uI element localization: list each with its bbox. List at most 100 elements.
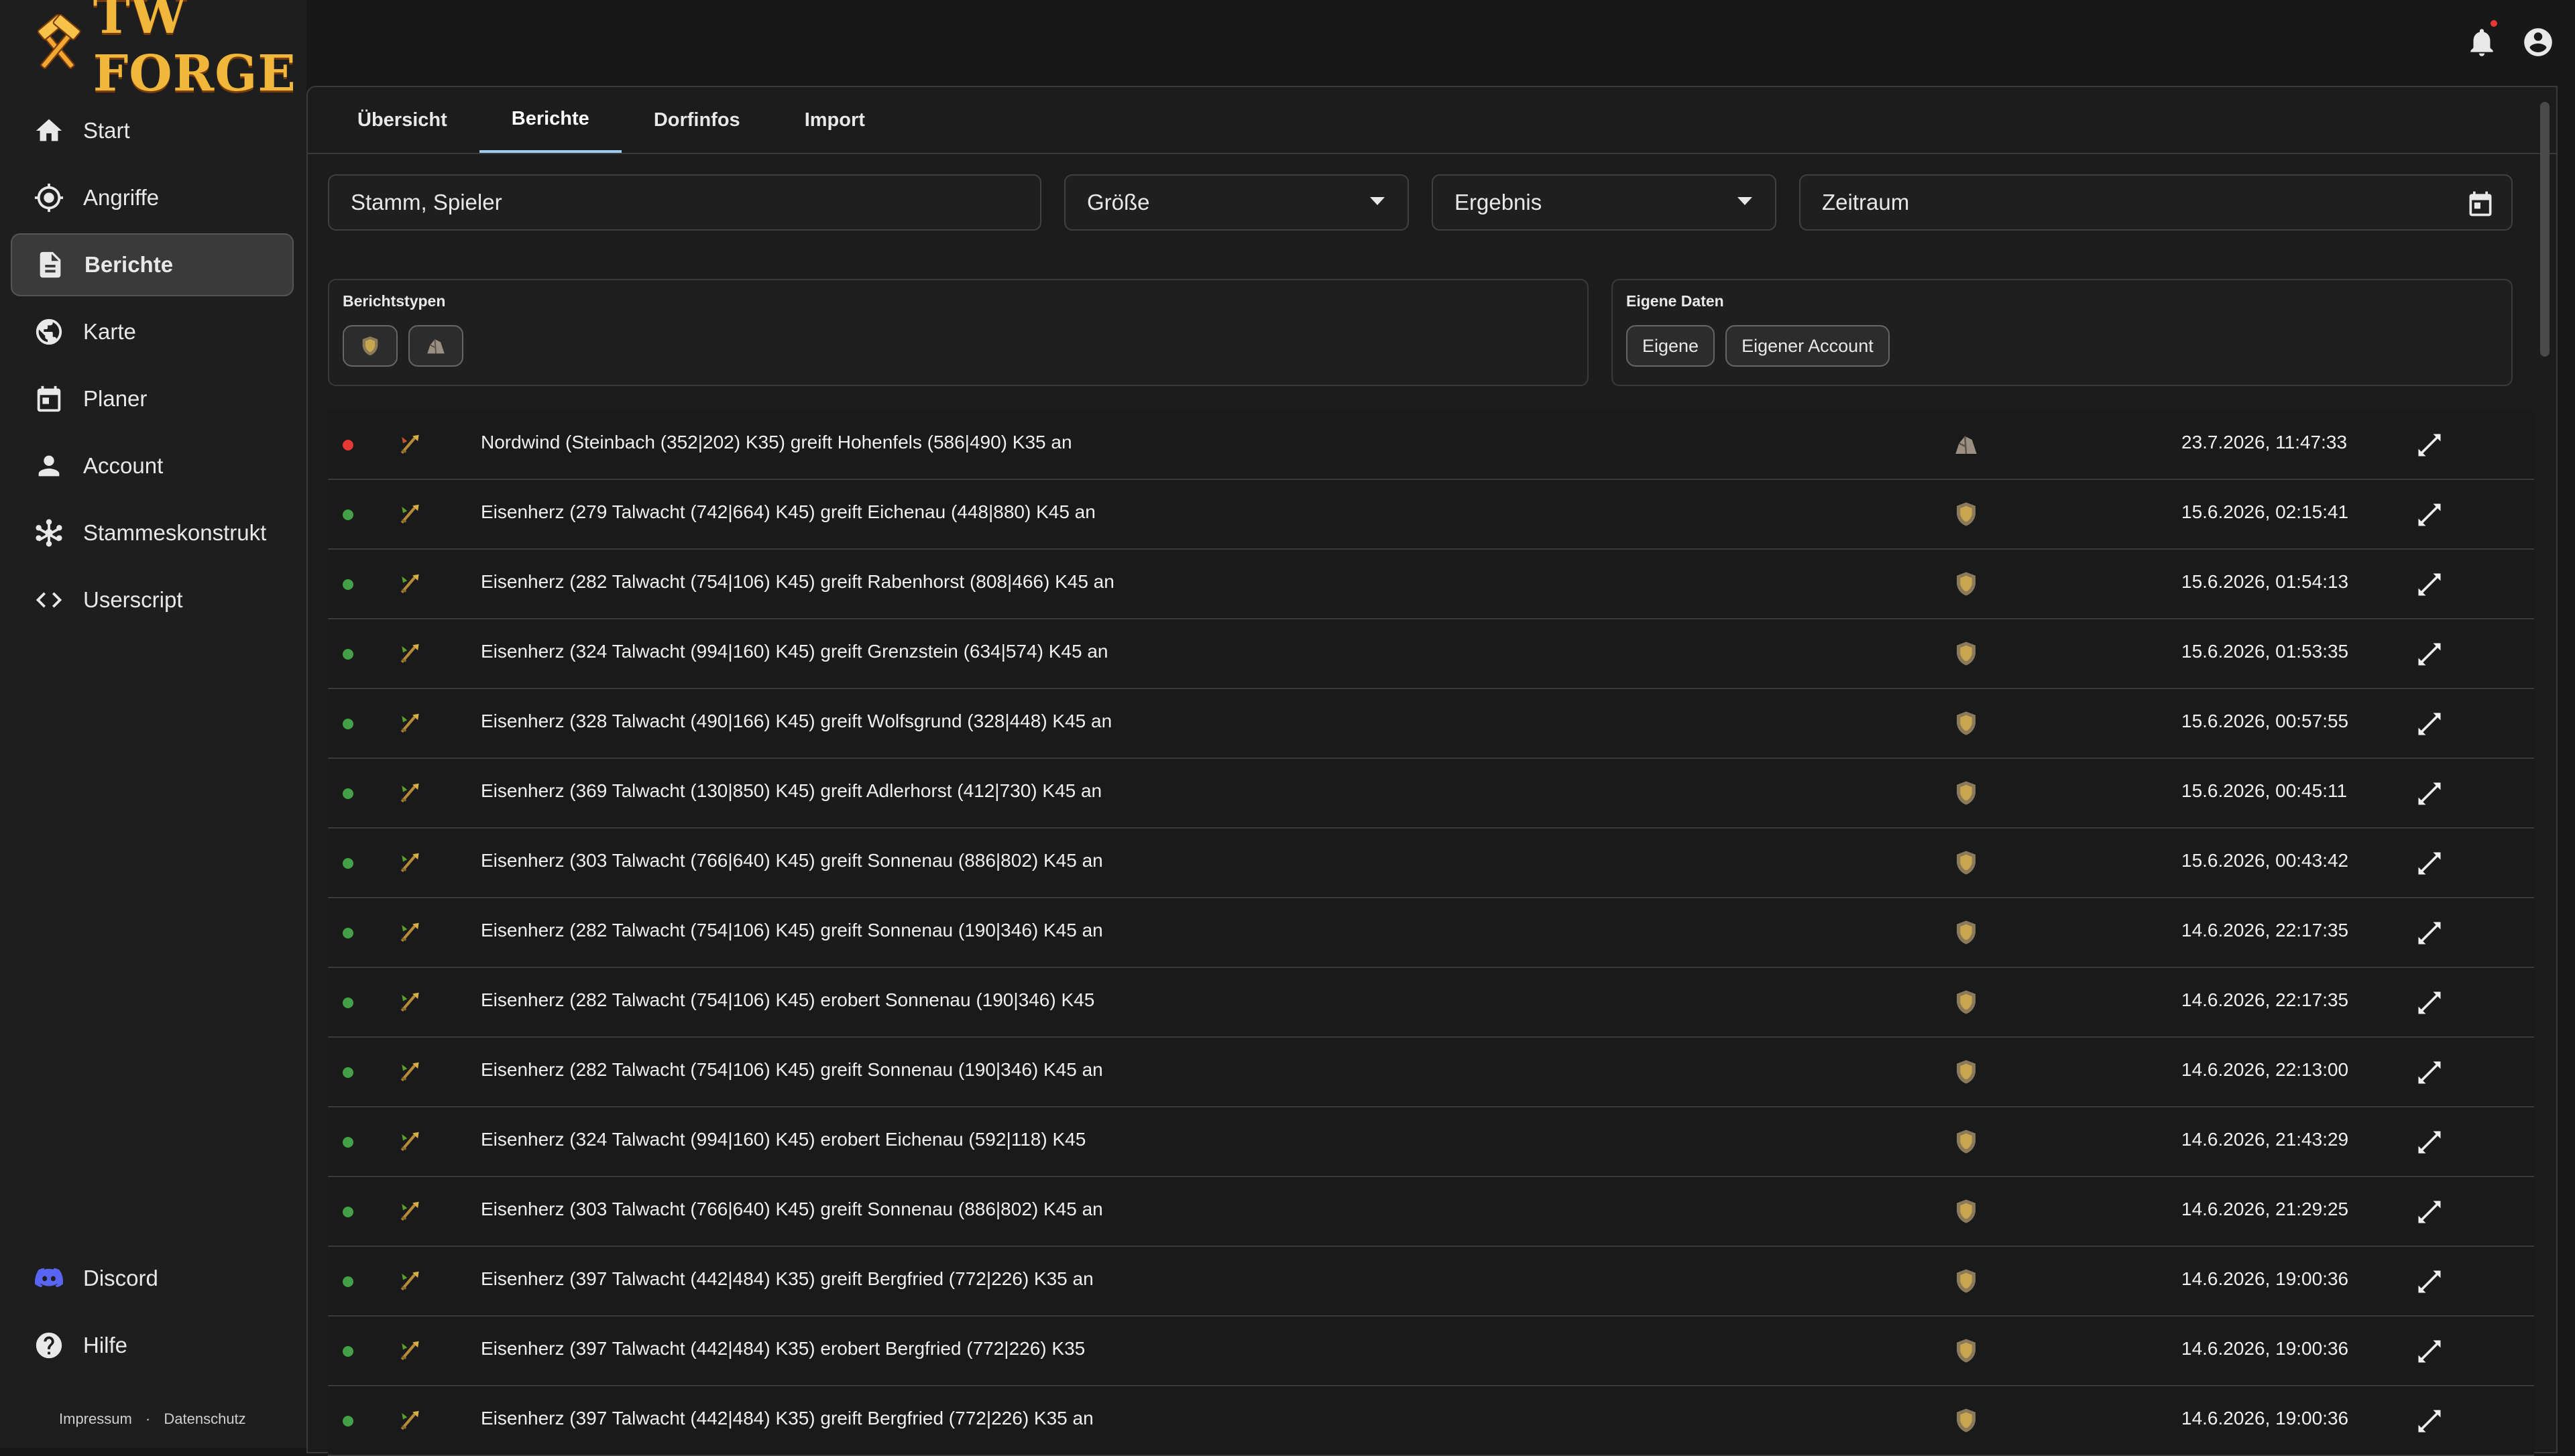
attack-icon bbox=[400, 783, 419, 803]
status-dot bbox=[343, 579, 353, 590]
datenschutz-link[interactable]: Datenschutz bbox=[164, 1410, 245, 1427]
sidebar-item-berichte[interactable]: Berichte bbox=[11, 233, 294, 296]
expand-icon[interactable] bbox=[2415, 500, 2444, 530]
person-icon bbox=[38, 455, 60, 477]
expand-icon[interactable] bbox=[2415, 640, 2444, 669]
notifications-button[interactable] bbox=[2465, 20, 2499, 62]
expand-icon[interactable] bbox=[2415, 430, 2444, 460]
sidebar-item-angriffe[interactable]: Angriffe bbox=[11, 166, 294, 229]
report-row[interactable]: Nordwind (Steinbach (352|202) K35) greif… bbox=[328, 410, 2534, 480]
home-icon bbox=[36, 119, 62, 141]
scrollbar[interactable] bbox=[2537, 93, 2551, 1453]
user-menu-button[interactable] bbox=[2521, 25, 2555, 62]
report-row[interactable]: Eisenherz (282 Talwacht (754|106) K45) g… bbox=[328, 550, 2534, 619]
report-timestamp: 15.6.2026, 01:54:13 bbox=[2181, 571, 2349, 592]
expand-icon[interactable] bbox=[2415, 1406, 2444, 1436]
status-dot bbox=[343, 928, 353, 938]
report-row[interactable]: Eisenherz (279 Talwacht (742|664) K45) g… bbox=[328, 480, 2534, 550]
own-account-chip[interactable]: Eigener Account bbox=[1725, 325, 1890, 367]
scrollbar-thumb[interactable] bbox=[2540, 102, 2550, 357]
sidebar-item-account[interactable]: Account bbox=[11, 434, 294, 497]
status-dot bbox=[343, 1207, 353, 1217]
tab-bar: Übersicht Berichte Dorfinfos Import bbox=[308, 87, 2556, 154]
report-row[interactable]: Eisenherz (324 Talwacht (994|160) K45) g… bbox=[328, 619, 2534, 689]
size-select[interactable]: Größe bbox=[1064, 174, 1409, 231]
report-timestamp: 14.6.2026, 21:43:29 bbox=[2181, 1129, 2349, 1150]
report-row[interactable]: Eisenherz (328 Talwacht (490|166) K45) g… bbox=[328, 689, 2534, 759]
expand-icon[interactable] bbox=[2415, 1267, 2444, 1296]
expand-icon[interactable] bbox=[2415, 918, 2444, 948]
report-type-shield-chip[interactable] bbox=[343, 325, 398, 367]
report-row[interactable]: Eisenherz (303 Talwacht (766|640) K45) g… bbox=[328, 829, 2534, 898]
report-row[interactable]: Eisenherz (369 Talwacht (130|850) K45) g… bbox=[328, 759, 2534, 829]
tab-uebersicht[interactable]: Übersicht bbox=[325, 87, 479, 153]
attack-icon bbox=[400, 1410, 419, 1431]
report-row[interactable]: Eisenherz (303 Talwacht (766|640) K45) g… bbox=[328, 1177, 2534, 1247]
size-select-label: Größe bbox=[1087, 190, 1150, 215]
report-row[interactable]: Eisenherz (397 Talwacht (442|484) K35) e… bbox=[328, 1317, 2534, 1386]
report-row[interactable]: Eisenherz (282 Talwacht (754|106) K45) g… bbox=[328, 898, 2534, 968]
chevron-down-icon bbox=[1370, 197, 1385, 205]
tab-dorfinfos[interactable]: Dorfinfos bbox=[622, 87, 772, 153]
sidebar-item-stammeskonstrukt[interactable]: Stammeskonstrukt bbox=[11, 501, 294, 564]
attack-icon bbox=[400, 1201, 419, 1221]
report-type-chips bbox=[343, 325, 1574, 367]
expand-icon[interactable] bbox=[2415, 1197, 2444, 1227]
sidebar-item-start[interactable]: Start bbox=[11, 99, 294, 162]
sidebar-item-label: Berichte bbox=[84, 252, 174, 277]
report-title: Eisenherz (303 Talwacht (766|640) K45) g… bbox=[481, 1199, 1103, 1219]
sidebar-item-userscript[interactable]: Userscript bbox=[11, 568, 294, 631]
sidebar-item-discord[interactable]: Discord bbox=[11, 1247, 294, 1310]
report-row[interactable]: Eisenherz (282 Talwacht (754|106) K45) e… bbox=[328, 968, 2534, 1038]
own-data-title: Eigene Daten bbox=[1626, 292, 1724, 310]
own-chip[interactable]: Eigene bbox=[1626, 325, 1715, 367]
sidebar-item-hilfe[interactable]: Hilfe bbox=[11, 1314, 294, 1377]
tab-import[interactable]: Import bbox=[772, 87, 897, 153]
expand-icon[interactable] bbox=[2415, 988, 2444, 1018]
attack-icon bbox=[400, 713, 419, 733]
sidebar-item-label: Karte bbox=[83, 319, 136, 344]
globe-icon bbox=[36, 318, 62, 345]
expand-icon[interactable] bbox=[2415, 709, 2444, 739]
sidebar-item-planer[interactable]: Planer bbox=[11, 367, 294, 430]
sidebar-nav: Start Angriffe Berichte Karte Planer Acc… bbox=[11, 99, 294, 635]
shield-icon bbox=[1957, 1199, 1976, 1223]
report-row[interactable]: Eisenherz (324 Talwacht (994|160) K45) e… bbox=[328, 1107, 2534, 1177]
report-timestamp: 15.6.2026, 00:57:55 bbox=[2181, 711, 2349, 731]
report-title: Eisenherz (282 Talwacht (754|106) K45) e… bbox=[481, 989, 1095, 1010]
bell-icon bbox=[2470, 29, 2493, 56]
shield-icon bbox=[1957, 711, 1976, 735]
status-dot bbox=[343, 1416, 353, 1427]
status-dot bbox=[343, 1137, 353, 1148]
own-data-group: Eigene Daten Eigene Eigener Account bbox=[1611, 279, 2513, 386]
header-actions bbox=[2465, 20, 2555, 62]
attack-icon bbox=[400, 504, 419, 524]
expand-icon[interactable] bbox=[2415, 1128, 2444, 1157]
report-type-stone-chip[interactable] bbox=[408, 325, 463, 367]
hammers-logo-icon bbox=[37, 13, 81, 69]
report-timestamp: 23.7.2026, 11:47:33 bbox=[2181, 432, 2348, 452]
report-timestamp: 15.6.2026, 02:15:41 bbox=[2181, 501, 2349, 522]
sidebar-item-label: Userscript bbox=[83, 587, 183, 612]
impressum-link[interactable]: Impressum bbox=[59, 1410, 132, 1427]
expand-icon[interactable] bbox=[2415, 1337, 2444, 1366]
expand-icon[interactable] bbox=[2415, 570, 2444, 599]
report-row[interactable]: Eisenherz (282 Talwacht (754|106) K45) g… bbox=[328, 1038, 2534, 1107]
period-picker[interactable]: Zeitraum bbox=[1799, 174, 2513, 231]
search-input[interactable]: Stamm, Spieler bbox=[328, 174, 1041, 231]
attack-icon bbox=[400, 992, 419, 1012]
expand-icon[interactable] bbox=[2415, 849, 2444, 878]
result-select[interactable]: Ergebnis bbox=[1432, 174, 1776, 231]
report-row[interactable]: Eisenherz (397 Talwacht (442|484) K35) g… bbox=[328, 1247, 2534, 1317]
calendar-icon[interactable] bbox=[2466, 189, 2495, 219]
expand-icon[interactable] bbox=[2415, 779, 2444, 808]
attack-icon bbox=[400, 574, 419, 594]
report-row[interactable]: Eisenherz (397 Talwacht (442|484) K35) g… bbox=[328, 1386, 2534, 1456]
sidebar-item-karte[interactable]: Karte bbox=[11, 300, 294, 363]
report-title: Nordwind (Steinbach (352|202) K35) greif… bbox=[481, 432, 1072, 452]
app-logo[interactable]: TW FORGE bbox=[28, 0, 320, 103]
tab-berichte[interactable]: Berichte bbox=[479, 87, 622, 153]
shield-icon bbox=[1957, 1130, 1976, 1154]
expand-icon[interactable] bbox=[2415, 1058, 2444, 1087]
target-icon bbox=[34, 183, 64, 213]
